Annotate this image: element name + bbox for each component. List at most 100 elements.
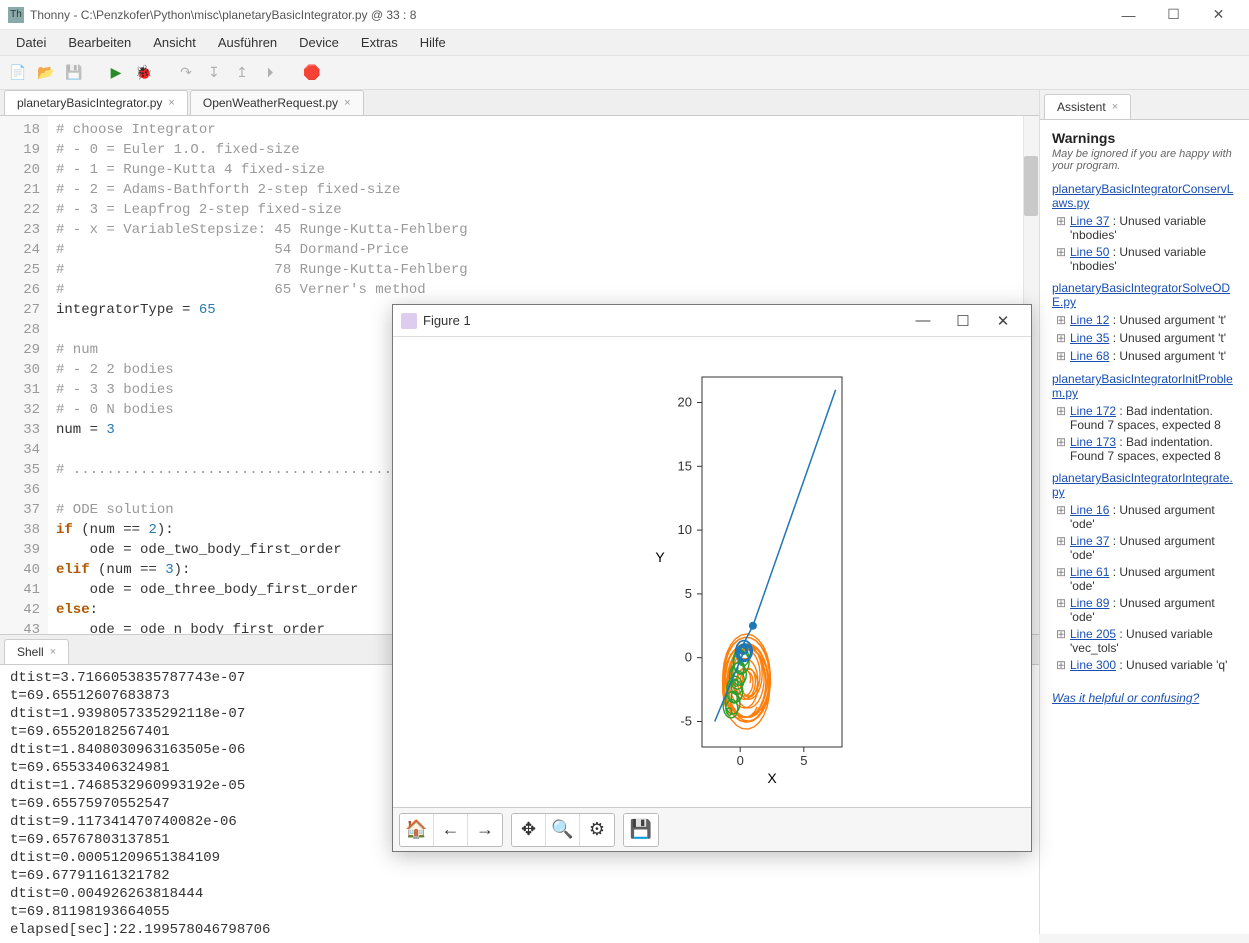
- line-number: 32: [0, 400, 48, 420]
- warning-line-link[interactable]: Line 172: [1070, 404, 1116, 418]
- figure-window[interactable]: Figure 1 — ☐ ✕ -50510152005XY 🏠 ← → ✥ 🔍 …: [392, 304, 1032, 852]
- line-number: 40: [0, 560, 48, 580]
- warning-item: ⊞Line 50 : Unused variable 'nbodies': [1056, 245, 1237, 273]
- code-line[interactable]: # choose Integrator: [56, 120, 1039, 140]
- warning-line-link[interactable]: Line 37: [1070, 534, 1109, 548]
- expand-icon[interactable]: ⊞: [1056, 627, 1068, 642]
- expand-icon[interactable]: ⊞: [1056, 313, 1068, 328]
- menu-datei[interactable]: Datei: [6, 32, 56, 53]
- line-number: 29: [0, 340, 48, 360]
- menu-hilfe[interactable]: Hilfe: [410, 32, 456, 53]
- warning-line-link[interactable]: Line 205: [1070, 627, 1116, 641]
- svg-text:10: 10: [678, 522, 692, 537]
- menu-ausfuehren[interactable]: Ausführen: [208, 32, 287, 53]
- feedback-link[interactable]: Was it helpful or confusing?: [1052, 691, 1199, 705]
- code-line[interactable]: # - 0 = Euler 1.O. fixed-size: [56, 140, 1039, 160]
- close-icon[interactable]: ×: [1112, 101, 1118, 113]
- figure-close[interactable]: ✕: [983, 312, 1023, 330]
- debug-icon[interactable]: 🐞: [132, 61, 156, 85]
- close-button[interactable]: ✕: [1196, 1, 1241, 29]
- tab-assistant[interactable]: Assistent ×: [1044, 94, 1131, 119]
- expand-icon[interactable]: ⊞: [1056, 404, 1068, 419]
- warning-item: ⊞Line 61 : Unused argument 'ode': [1056, 565, 1237, 593]
- step-into-icon[interactable]: ↧: [202, 61, 226, 85]
- open-file-icon[interactable]: 📂: [34, 61, 58, 85]
- expand-icon[interactable]: ⊞: [1056, 349, 1068, 364]
- expand-icon[interactable]: ⊞: [1056, 658, 1068, 673]
- step-over-icon[interactable]: ↷: [174, 61, 198, 85]
- step-out-icon[interactable]: ↥: [230, 61, 254, 85]
- run-icon[interactable]: ▶: [104, 61, 128, 85]
- svg-text:15: 15: [678, 458, 692, 473]
- warning-file-link[interactable]: planetaryBasicIntegratorIntegrate.py: [1052, 471, 1237, 499]
- pan-icon[interactable]: ✥: [512, 814, 546, 846]
- warning-line-link[interactable]: Line 173: [1070, 435, 1116, 449]
- home-icon[interactable]: 🏠: [400, 814, 434, 846]
- expand-icon[interactable]: ⊞: [1056, 596, 1068, 611]
- save-icon[interactable]: 💾: [62, 61, 86, 85]
- warning-item: ⊞Line 300 : Unused variable 'q': [1056, 658, 1237, 673]
- titlebar: Th Thonny - C:\Penzkofer\Python\misc\pla…: [0, 0, 1249, 30]
- menu-ansicht[interactable]: Ansicht: [143, 32, 206, 53]
- figure-maximize[interactable]: ☐: [943, 312, 983, 330]
- stop-icon[interactable]: 🛑: [300, 61, 324, 85]
- warning-message: : Unused argument 't': [1109, 349, 1226, 363]
- tab-shell[interactable]: Shell ×: [4, 639, 69, 664]
- line-number: 23: [0, 220, 48, 240]
- minimize-button[interactable]: —: [1106, 1, 1151, 29]
- warning-line-link[interactable]: Line 61: [1070, 565, 1109, 579]
- warnings-heading: Warnings: [1052, 130, 1237, 146]
- close-icon[interactable]: ×: [50, 646, 56, 658]
- code-line[interactable]: # 65 Verner's method: [56, 280, 1039, 300]
- code-line[interactable]: # - x = VariableStepsize: 45 Runge-Kutta…: [56, 220, 1039, 240]
- tab-openweatherrequest[interactable]: OpenWeatherRequest.py ×: [190, 90, 364, 115]
- maximize-button[interactable]: ☐: [1151, 1, 1196, 29]
- code-line[interactable]: # - 1 = Runge-Kutta 4 fixed-size: [56, 160, 1039, 180]
- line-number: 43: [0, 620, 48, 634]
- warning-file-link[interactable]: planetaryBasicIntegratorInitProblem.py: [1052, 372, 1237, 400]
- code-line[interactable]: # 54 Dormand-Price: [56, 240, 1039, 260]
- warning-file-link[interactable]: planetaryBasicIntegratorSolveODE.py: [1052, 281, 1237, 309]
- warning-line-link[interactable]: Line 300: [1070, 658, 1116, 672]
- code-line[interactable]: # - 3 = Leapfrog 2-step fixed-size: [56, 200, 1039, 220]
- menu-bearbeiten[interactable]: Bearbeiten: [58, 32, 141, 53]
- figure-canvas: -50510152005XY: [393, 337, 1031, 807]
- new-file-icon[interactable]: 📄: [6, 61, 30, 85]
- configure-icon[interactable]: ⚙: [580, 814, 614, 846]
- expand-icon[interactable]: ⊞: [1056, 503, 1068, 518]
- warning-line-link[interactable]: Line 37: [1070, 214, 1109, 228]
- expand-icon[interactable]: ⊞: [1056, 245, 1068, 260]
- menu-extras[interactable]: Extras: [351, 32, 408, 53]
- code-line[interactable]: # 78 Runge-Kutta-Fehlberg: [56, 260, 1039, 280]
- forward-icon[interactable]: →: [468, 814, 502, 846]
- warning-line-link[interactable]: Line 68: [1070, 349, 1109, 363]
- close-icon[interactable]: ×: [344, 97, 350, 109]
- svg-text:Y: Y: [655, 549, 665, 565]
- zoom-icon[interactable]: 🔍: [546, 814, 580, 846]
- line-number: 25: [0, 260, 48, 280]
- code-line[interactable]: # - 2 = Adams-Bathforth 2-step fixed-siz…: [56, 180, 1039, 200]
- warning-line-link[interactable]: Line 35: [1070, 331, 1109, 345]
- warning-message: : Unused argument 't': [1109, 331, 1226, 345]
- line-number: 20: [0, 160, 48, 180]
- warning-line-link[interactable]: Line 50: [1070, 245, 1109, 259]
- close-icon[interactable]: ×: [168, 97, 174, 109]
- resume-icon[interactable]: ⏵: [258, 61, 282, 85]
- menu-device[interactable]: Device: [289, 32, 349, 53]
- expand-icon[interactable]: ⊞: [1056, 565, 1068, 580]
- line-number: 27: [0, 300, 48, 320]
- expand-icon[interactable]: ⊞: [1056, 331, 1068, 346]
- tab-planetarybasicintegrator[interactable]: planetaryBasicIntegrator.py ×: [4, 90, 188, 115]
- warning-file-link[interactable]: planetaryBasicIntegratorConservLaws.py: [1052, 182, 1237, 210]
- warning-line-link[interactable]: Line 12: [1070, 313, 1109, 327]
- back-icon[interactable]: ←: [434, 814, 468, 846]
- figure-titlebar[interactable]: Figure 1 — ☐ ✕: [393, 305, 1031, 337]
- warning-line-link[interactable]: Line 89: [1070, 596, 1109, 610]
- expand-icon[interactable]: ⊞: [1056, 214, 1068, 229]
- line-number: 26: [0, 280, 48, 300]
- save-figure-icon[interactable]: 💾: [624, 814, 658, 846]
- figure-minimize[interactable]: —: [903, 312, 943, 329]
- warning-line-link[interactable]: Line 16: [1070, 503, 1109, 517]
- expand-icon[interactable]: ⊞: [1056, 534, 1068, 549]
- expand-icon[interactable]: ⊞: [1056, 435, 1068, 450]
